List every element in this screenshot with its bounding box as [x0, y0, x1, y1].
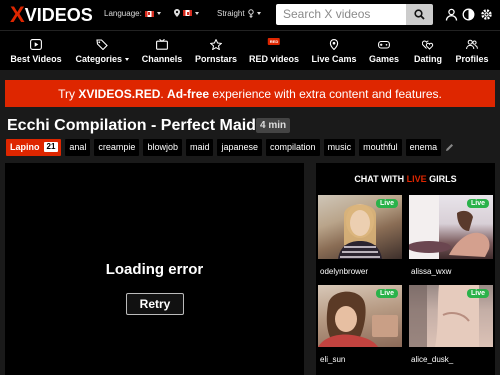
location-pin-icon	[174, 9, 180, 17]
tag-item[interactable]: blowjob	[143, 138, 182, 156]
cam-name[interactable]: eli_sun	[320, 355, 345, 364]
tag-item[interactable]: mouthful	[359, 138, 402, 156]
nav-label: Categories	[75, 54, 129, 64]
location-pin-icon	[329, 39, 339, 50]
retry-button[interactable]: Retry	[126, 293, 184, 315]
search-input[interactable]	[276, 4, 406, 25]
main-nav: Best Videos Categories Channels Pornstar…	[0, 30, 500, 70]
cam-name[interactable]: alice_dusk_	[411, 355, 453, 364]
tag-item[interactable]: creampie	[94, 138, 140, 156]
tag-item[interactable]: compilation	[266, 138, 320, 156]
uploader-name: Lapino	[10, 142, 40, 152]
nav-channels[interactable]: Channels	[141, 31, 183, 71]
tag-list: Lapino 21 anal creampie blowjob maid jap…	[6, 138, 454, 156]
cam-name[interactable]: alissa_wxw	[411, 267, 451, 276]
cam-thumbnail[interactable]: Live	[318, 285, 402, 347]
video-player[interactable]: Loading error Retry	[5, 163, 304, 375]
live-panel-heading: CHAT WITH LIVE GIRLS	[354, 174, 457, 184]
live-cams-panel: CHAT WITH LIVE GIRLS Live odelynbrower L…	[316, 163, 495, 375]
tag-item[interactable]: anal	[65, 138, 91, 156]
loading-error-text: Loading error	[105, 261, 204, 278]
gamepad-icon	[378, 40, 390, 49]
female-symbol-icon	[247, 9, 254, 18]
play-square-icon	[30, 39, 42, 50]
banner-text-pre: Try	[58, 86, 79, 101]
nav-best-videos[interactable]: Best Videos	[10, 31, 62, 71]
nav-label: Pornstars	[194, 54, 238, 64]
theme-toggle-icon[interactable]	[462, 8, 475, 21]
live-badge: Live	[466, 199, 489, 208]
red-icon: RED	[267, 38, 281, 45]
nav-profiles[interactable]: Profiles	[455, 31, 489, 71]
cam-thumbnail[interactable]: Live	[318, 195, 402, 259]
banner-text-post: experience with extra content and featur…	[209, 86, 442, 101]
nav-label: Games	[368, 54, 400, 64]
chevron-down-icon	[195, 11, 199, 15]
canada-flag-icon	[183, 10, 192, 16]
pencil-icon[interactable]	[445, 143, 454, 152]
nav-dating[interactable]: Dating	[413, 31, 443, 71]
nav-label: Live Cams	[311, 54, 357, 64]
banner-bold: Ad-free	[167, 86, 210, 101]
logo-text: VIDEOS	[24, 5, 93, 25]
nav-games[interactable]: Games	[368, 31, 400, 71]
nav-label: Profiles	[455, 54, 489, 64]
red-promo-banner[interactable]: Try XVIDEOS.RED. Ad-free experience with…	[5, 80, 495, 107]
tag-item[interactable]: japanese	[217, 138, 263, 156]
chevron-down-icon	[156, 12, 161, 15]
uploader-button[interactable]: Lapino 21	[6, 138, 62, 156]
search-icon	[414, 9, 425, 20]
cam-name[interactable]: odelynbrower	[320, 267, 368, 276]
cam-thumbnail[interactable]: Live	[409, 285, 493, 347]
live-badge: Live	[375, 289, 398, 298]
gear-icon[interactable]	[480, 8, 493, 21]
users-icon	[466, 39, 478, 50]
logo-x: X	[10, 2, 25, 27]
uploader-count: 21	[43, 142, 59, 152]
chevron-down-icon	[124, 58, 129, 62]
location-selector[interactable]	[174, 9, 199, 17]
tags-icon	[96, 39, 108, 50]
canada-flag-icon	[144, 10, 154, 17]
nav-label: RED videos	[249, 54, 300, 64]
nav-pornstars[interactable]: Pornstars	[194, 31, 238, 71]
nav-label: Dating	[414, 54, 442, 64]
chevron-down-icon	[256, 12, 261, 15]
top-header: X VIDEOS Language: Straight	[0, 0, 500, 30]
site-logo[interactable]: X VIDEOS	[10, 4, 93, 26]
nav-label: Channels	[141, 54, 183, 64]
hearts-icon	[422, 40, 434, 50]
live-badge: Live	[466, 289, 489, 298]
orientation-label: Straight	[217, 9, 245, 18]
banner-text-mid: .	[160, 86, 168, 101]
language-selector[interactable]: Language:	[104, 9, 161, 18]
live-badge: Live	[375, 199, 398, 208]
duration-badge: 4 min	[256, 118, 291, 133]
tag-item[interactable]: maid	[185, 138, 214, 156]
star-icon	[210, 39, 222, 50]
cam-thumbnail[interactable]: Live	[409, 195, 493, 259]
search-button[interactable]	[406, 4, 433, 25]
user-icon[interactable]	[445, 8, 458, 21]
nav-categories[interactable]: Categories	[75, 31, 129, 71]
language-label: Language:	[104, 9, 142, 18]
nav-label: Best Videos	[10, 54, 62, 64]
tag-item[interactable]: music	[323, 138, 356, 156]
nav-red-videos[interactable]: RED RED videos	[249, 31, 300, 71]
nav-live-cams[interactable]: Live Cams	[311, 31, 357, 71]
tv-icon	[156, 39, 168, 50]
video-title: Ecchi Compilation - Perfect Maid	[7, 117, 256, 134]
orientation-selector[interactable]: Straight	[217, 9, 261, 18]
banner-brand: XVIDEOS.RED	[78, 86, 161, 101]
tag-item[interactable]: enema	[405, 138, 442, 156]
